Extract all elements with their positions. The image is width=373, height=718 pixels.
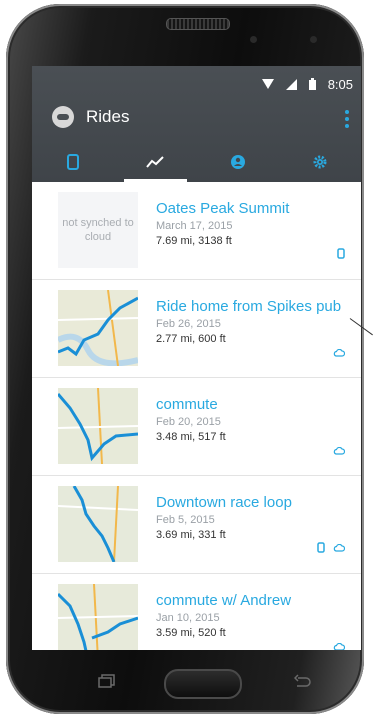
wifi-icon [261, 79, 274, 89]
app-bar: 8:05 Rides [32, 66, 361, 182]
cloud-icon [333, 643, 345, 650]
ride-thumbnail-placeholder: not synched to cloud [58, 192, 138, 268]
ride-date: Feb 5, 2015 [156, 514, 215, 526]
home-button[interactable] [164, 669, 242, 699]
battery-icon [308, 78, 316, 90]
phone-icon [67, 154, 80, 170]
ride-stats: 7.69 mi, 3138 ft [156, 235, 232, 247]
front-camera [310, 36, 317, 43]
ride-item[interactable]: not synched to cloud Oates Peak Summit M… [32, 182, 361, 280]
tab-settings[interactable] [279, 142, 361, 182]
tab-profile[interactable] [197, 142, 279, 182]
ride-map-thumbnail [58, 486, 138, 562]
ride-date: Feb 20, 2015 [156, 416, 221, 428]
ride-map-thumbnail [58, 584, 138, 650]
sync-indicators [333, 643, 345, 650]
ride-name: Downtown race loop [156, 494, 292, 511]
sync-indicators [337, 248, 345, 259]
phone-screen: 8:05 Rides not synched to cloud Oates Pe… [32, 66, 361, 650]
earpiece-speaker [166, 18, 230, 30]
tab-bar [32, 142, 361, 182]
app-logo-icon [52, 106, 74, 128]
ride-stats: 3.69 mi, 331 ft [156, 529, 226, 541]
tab-trends[interactable] [114, 142, 196, 182]
status-time: 8:05 [327, 76, 353, 92]
status-bar: 8:05 [261, 74, 361, 94]
ride-date: Jan 10, 2015 [156, 612, 220, 624]
ride-item[interactable]: commute w/ Andrew Jan 10, 2015 3.59 mi, … [32, 574, 361, 650]
phone-icon [337, 248, 345, 259]
ride-name: Oates Peak Summit [156, 200, 290, 217]
trend-icon [146, 156, 165, 168]
phone-icon [317, 542, 325, 553]
hardware-nav-bar [6, 650, 364, 714]
person-icon [230, 155, 245, 169]
signal-icon [285, 78, 297, 90]
recent-apps-icon[interactable] [98, 674, 116, 688]
cloud-icon [333, 349, 345, 357]
ride-stats: 3.59 mi, 520 ft [156, 627, 226, 639]
overflow-menu-icon[interactable] [345, 110, 349, 128]
ride-item[interactable]: Downtown race loop Feb 5, 2015 3.69 mi, … [32, 476, 361, 574]
ride-name: Ride home from Spikes pub [156, 298, 342, 315]
ride-item[interactable]: Ride home from Spikes pub Feb 26, 2015 2… [32, 280, 361, 378]
sync-indicators [317, 542, 345, 553]
ride-stats: 3.48 mi, 517 ft [156, 431, 226, 443]
title-row: Rides [52, 106, 129, 128]
ride-stats: 2.77 mi, 600 ft [156, 333, 226, 345]
ride-map-thumbnail [58, 388, 138, 464]
ride-map-thumbnail [58, 290, 138, 366]
ride-list: not synched to cloud Oates Peak Summit M… [32, 182, 361, 650]
ride-item[interactable]: commute Feb 20, 2015 3.48 mi, 517 ft [32, 378, 361, 476]
gear-icon [313, 155, 327, 169]
sync-indicators [333, 447, 345, 455]
not-synced-label: not synched to cloud [62, 217, 134, 243]
tab-phone[interactable] [32, 142, 114, 182]
back-icon[interactable] [294, 674, 312, 688]
cloud-icon [333, 447, 345, 455]
app-title: Rides [86, 107, 130, 126]
cloud-icon [333, 543, 345, 552]
ride-name: commute [156, 396, 218, 413]
ride-date: Feb 26, 2015 [156, 318, 221, 330]
sync-indicators [333, 349, 345, 357]
front-sensor [250, 36, 257, 43]
ride-date: March 17, 2015 [156, 220, 233, 232]
ride-name: commute w/ Andrew [156, 592, 292, 609]
